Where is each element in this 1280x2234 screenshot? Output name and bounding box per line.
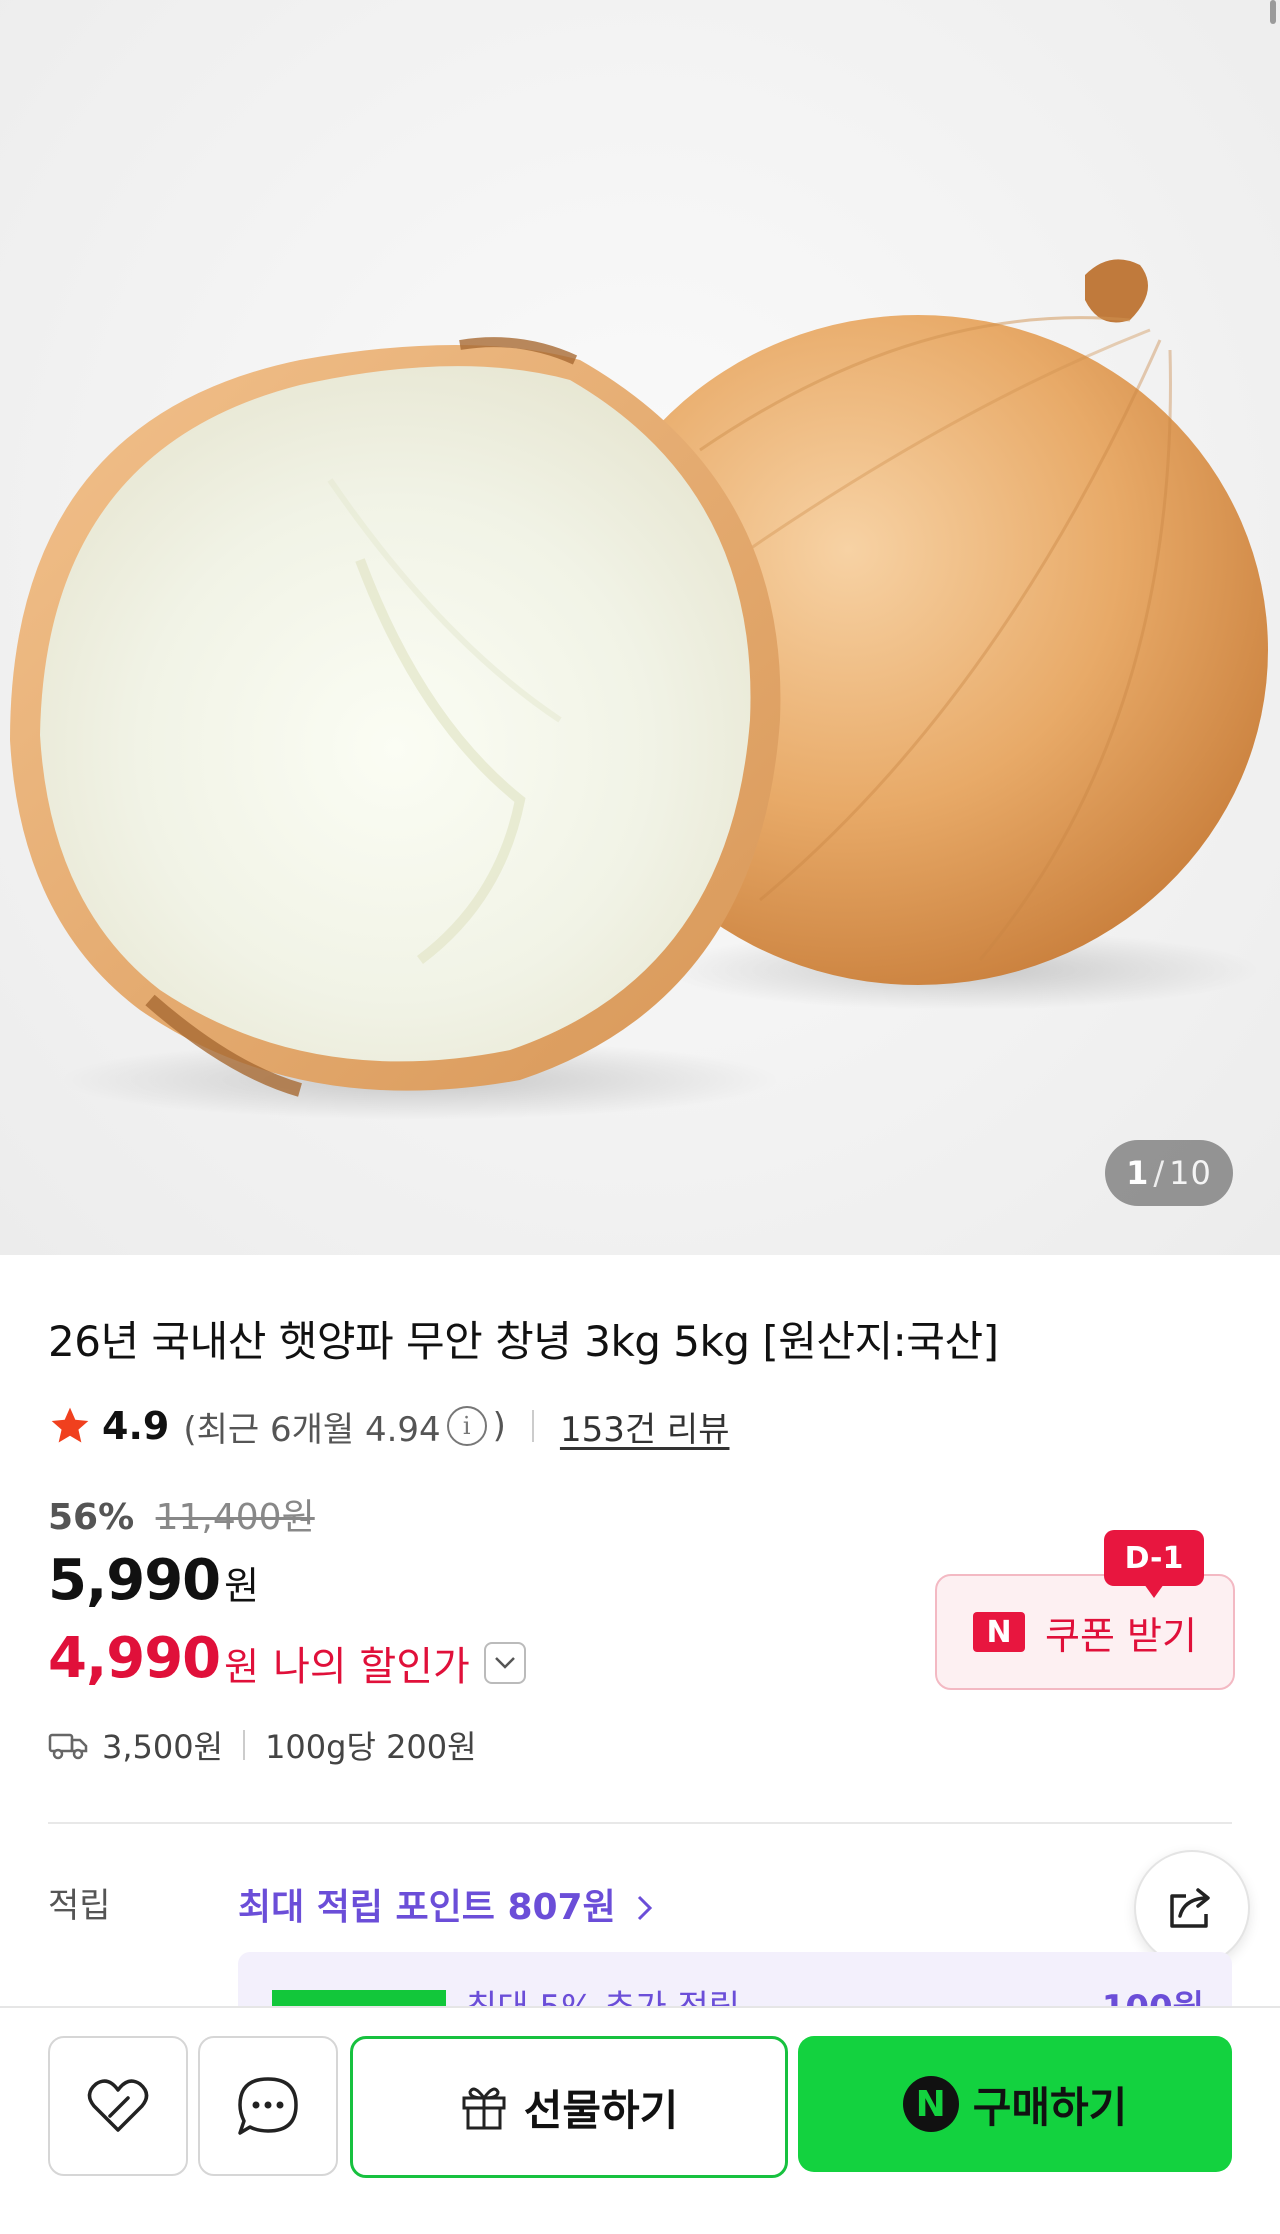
points-label: 적립 [48,1886,111,1926]
recent-rating: (최근 6개월 4.94 i ) [183,1402,506,1451]
share-icon [1170,1888,1210,1928]
naver-n-icon: N [973,1612,1026,1652]
naver-n-icon: N [902,2076,959,2132]
unit-price: 100g당 200원 [265,1728,477,1766]
dday-badge: D-1 [1104,1530,1204,1598]
image-counter-separator: / [1153,1154,1166,1192]
wishlist-button[interactable] [48,2036,188,2176]
rating-row: 4.9 (최근 6개월 4.94 i ) 153건 리뷰 [48,1400,729,1452]
product-title: 26년 국내산 햇양파 무안 창녕 3kg 5kg [원산지:국산] [48,1317,999,1366]
divider [243,1730,246,1760]
review-count-link[interactable]: 153건 리뷰 [560,1402,730,1451]
chat-bubble-icon [238,2077,298,2135]
original-price: 11,400원 [155,1497,315,1538]
sale-price-row: 5,990 원 [48,1548,259,1613]
truck-icon [48,1733,88,1760]
product-image[interactable]: 1 / 10 [0,0,1280,1255]
gift-label: 선물하기 [523,2085,679,2135]
coupon-button[interactable]: N 쿠폰 받기 [935,1574,1235,1690]
star-icon [51,1407,89,1443]
share-button[interactable] [1134,1850,1250,1966]
my-discount-price-unit: 원 [224,1644,260,1689]
coupon-label: 쿠폰 받기 [1045,1613,1197,1658]
rating-score: 4.9 [102,1404,170,1448]
section-divider [48,1822,1232,1824]
sale-price-unit: 원 [224,1564,260,1608]
scrollbar-thumb[interactable] [1270,0,1276,24]
recent-rating-label: (최근 6개월 4.94 [183,1409,441,1450]
shipping-row: 3,500원 100g당 200원 [48,1722,477,1768]
gift-icon [462,2087,506,2130]
shipping-fee: 3,500원 [102,1728,224,1766]
recent-rating-close: ) [492,1406,506,1446]
max-points-link[interactable]: 최대 적립 포인트 807원 [238,1878,654,1930]
image-counter-current: 1 [1126,1154,1150,1192]
image-counter-total: 10 [1169,1154,1212,1192]
buy-button[interactable]: N 구매하기 [798,2036,1232,2172]
heart-icon [87,2079,149,2132]
onion-illustration [10,259,1268,1120]
discount-rate: 56% [48,1497,135,1538]
buy-label: 구매하기 [972,2082,1128,2132]
extra-points-banner[interactable]: 최대 5% 추가 적립 100원 [238,1952,1232,2012]
sale-price: 5,990 [48,1548,221,1613]
image-counter: 1 / 10 [1105,1140,1233,1206]
talk-button[interactable] [198,2036,338,2176]
gift-button[interactable]: 선물하기 [350,2036,788,2178]
chevron-down-icon[interactable] [483,1642,526,1684]
my-discount-label: 나의 할인가 [273,1644,470,1690]
info-icon[interactable]: i [446,1406,487,1446]
discount-row: 56% 11,400원 [48,1488,315,1540]
chevron-right-icon [638,1895,653,1921]
my-discount-price: 4,990 [48,1625,221,1691]
my-price-row[interactable]: 4,990 원 나의 할인가 [48,1624,526,1692]
divider [531,1410,534,1442]
max-points-text: 최대 적립 포인트 807원 [238,1887,616,1928]
